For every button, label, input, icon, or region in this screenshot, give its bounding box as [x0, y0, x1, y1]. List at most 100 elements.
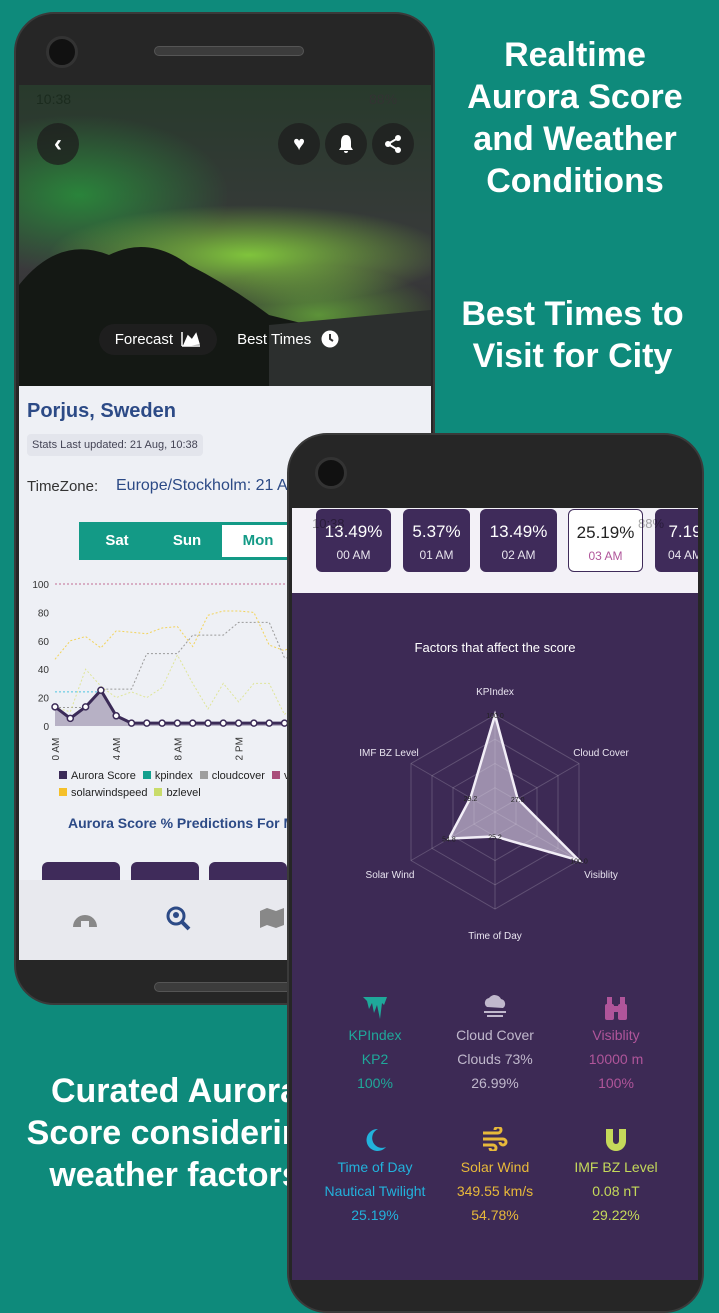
series-line-cloudcover [55, 621, 300, 709]
predictions-title: Aurora Score % Predictions For Mo [68, 815, 304, 831]
search-location-icon[interactable] [165, 905, 191, 931]
speaker [154, 46, 304, 56]
factor-kpindex: KPIndex KP2 100% [310, 995, 440, 1095]
factor-imf-bz-level: IMF BZ Level 0.08 nT 29.22% [551, 1127, 681, 1227]
factor-value: 0.08 nT [592, 1183, 640, 1199]
aurora-score-point [143, 719, 151, 727]
promo-realtime: Realtime Aurora Score and Weather Condit… [440, 34, 710, 202]
factor-value: 10000 m [588, 1051, 644, 1067]
factor-percent: 100% [357, 1075, 393, 1091]
radar-axis-label: IMF BZ Level [359, 748, 419, 759]
promo-line: Realtime [504, 36, 646, 74]
legend-item: kpindex [142, 770, 193, 782]
factor-label: KPIndex [348, 1027, 402, 1043]
legend-label: Aurora Score [71, 770, 136, 782]
chevron-left-icon: ‹ [54, 130, 62, 157]
factor-percent: 26.99% [471, 1075, 519, 1091]
factor-time-of-day: Time of Day Nautical Twilight 25.19% [310, 1127, 440, 1227]
radar-axis-label: Cloud Cover [573, 748, 629, 759]
factors-radar-chart: 100.0 27.0 100.0 25.2 54.8 29.2 [410, 710, 588, 910]
factor-percent: 100% [598, 1075, 634, 1091]
tab-label: Best Times [237, 330, 312, 348]
x-tick-label: 08 AM [173, 738, 184, 760]
bell-icon [339, 135, 353, 153]
factor-label: Cloud Cover [456, 1027, 534, 1043]
tab-label: Forecast [114, 330, 174, 348]
legend-label: solarwindspeed [71, 787, 148, 799]
factor-cloud-cover: Cloud Cover Clouds 73% 26.99% [430, 995, 560, 1095]
legend-swatch [59, 771, 67, 779]
factor-visiblity: Visiblity 10000 m 100% [551, 995, 681, 1095]
factor-label: Solar Wind [460, 1159, 530, 1175]
aurora-score-point [81, 703, 90, 711]
legend-swatch [271, 771, 280, 779]
notification-button[interactable] [325, 123, 367, 165]
y-tick-label: 60 [38, 637, 50, 648]
radar-value-label: 100.0 [486, 713, 504, 720]
wind-icon [430, 1125, 560, 1155]
aurora-score-point [250, 719, 258, 727]
aurora-score-point [219, 719, 228, 727]
y-tick-label: 100 [32, 580, 49, 591]
legend-swatch [154, 788, 163, 796]
legend-label: cloudcover [211, 770, 265, 782]
legend-item: solarwindspeed [59, 787, 147, 799]
radar-value-label: 27.0 [511, 797, 525, 804]
factor-value: 349.55 km/s [456, 1183, 534, 1199]
clock-icon [321, 330, 339, 348]
aurora-score-point [127, 719, 136, 727]
heart-icon: ♥ [293, 132, 305, 155]
legend-item: bzlevel [154, 787, 201, 799]
area-chart-icon [181, 332, 201, 347]
last-updated-badge: Stats Last updated: 21 Aug, 10:38 [27, 434, 203, 456]
promo-line: Conditions [486, 162, 664, 200]
radar-axis-label: Visiblity [584, 870, 618, 881]
radar-value-label: 25.2 [488, 834, 502, 841]
timezone-label: TimeZone: [27, 478, 99, 495]
radar-data-shape [446, 710, 584, 864]
x-tick-label: 04 AM [112, 738, 123, 760]
map-icon[interactable] [259, 907, 285, 929]
legend-label: kpindex [154, 770, 193, 782]
x-tick-label: 00 AM [51, 738, 62, 760]
aurora-score-point [112, 712, 120, 720]
igloo-icon[interactable] [72, 908, 98, 928]
day-tab-sat[interactable]: Sat [82, 525, 152, 557]
legend-swatch [59, 788, 67, 796]
y-tick-label: 80 [38, 608, 50, 619]
aurora-score-point [234, 719, 243, 727]
promo-line: and Weather [473, 120, 677, 158]
aurora-score-point [204, 719, 212, 727]
aurora-score-point [188, 719, 197, 727]
icicles-icon [310, 995, 440, 1023]
factor-label: Time of Day [337, 1159, 413, 1175]
moon-icon [310, 1127, 440, 1155]
aurora-score-point [51, 703, 59, 711]
factor-percent: 25.19% [351, 1207, 399, 1223]
day-tab-mon[interactable]: Mon [222, 525, 294, 557]
tab-forecast[interactable]: Forecast [98, 323, 218, 355]
factor-percent: 29.22% [592, 1207, 640, 1223]
share-button[interactable] [372, 123, 414, 165]
factor-label: Visiblity [592, 1027, 640, 1043]
camera [46, 36, 78, 68]
factor-value: KP2 [361, 1051, 389, 1067]
day-tab-sun[interactable]: Sun [152, 525, 222, 557]
aurora-score-point [97, 686, 105, 694]
promo-line: Visit for City [472, 337, 673, 375]
hero-tab-bar: Forecast Best Times [19, 319, 431, 359]
y-tick-label: 20 [38, 694, 50, 705]
radar-value-label: 100.0 [570, 859, 588, 866]
status-battery: 88% [369, 91, 398, 107]
favorite-button[interactable]: ♥ [278, 123, 320, 165]
binoculars-icon [551, 995, 681, 1023]
aurora-score-point [158, 719, 166, 727]
back-button[interactable]: ‹ [37, 123, 79, 165]
legend-swatch [142, 771, 151, 779]
y-tick-label: 0 [43, 722, 49, 733]
legend-swatch [199, 771, 208, 779]
tab-best-times[interactable]: Best Times [225, 323, 351, 355]
factor-value: Clouds 73% [457, 1051, 533, 1067]
cloud-fog-icon [430, 995, 560, 1023]
magnet-icon [551, 1127, 681, 1155]
